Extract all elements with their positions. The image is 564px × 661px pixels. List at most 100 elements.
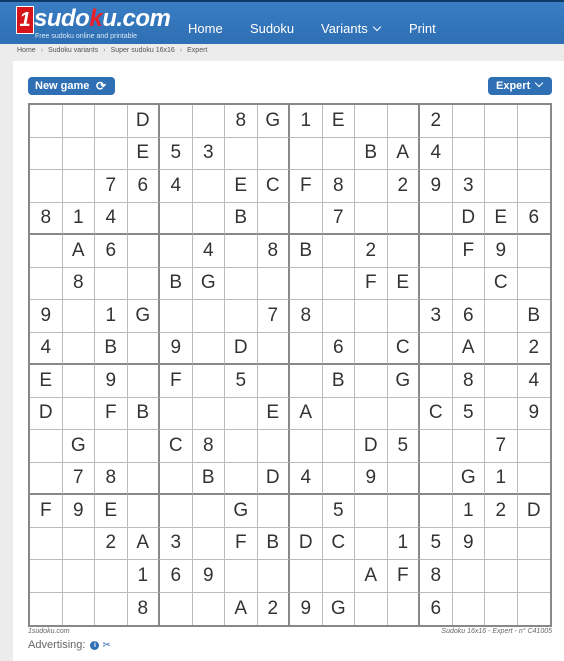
grid-cell[interactable]	[420, 462, 453, 495]
grid-cell[interactable]	[257, 495, 290, 528]
grid-cell[interactable]: 1	[452, 495, 485, 528]
grid-cell[interactable]: G	[323, 592, 355, 625]
grid-cell[interactable]	[127, 495, 160, 528]
grid-cell[interactable]	[388, 592, 420, 625]
grid-cell[interactable]: 2	[517, 333, 550, 365]
grid-cell[interactable]: 7	[95, 170, 128, 203]
grid-cell[interactable]: 8	[322, 170, 355, 203]
grid-cell[interactable]: 9	[95, 365, 128, 398]
grid-cell[interactable]	[420, 430, 453, 463]
scissors-icon[interactable]: ✂	[102, 640, 110, 651]
grid-cell[interactable]	[517, 268, 550, 300]
grid-cell[interactable]	[192, 202, 225, 235]
grid-cell[interactable]: 1	[387, 527, 420, 560]
grid-cell[interactable]: B	[355, 137, 388, 170]
grid-cell[interactable]	[63, 592, 95, 625]
grid-cell[interactable]	[517, 430, 550, 463]
grid-cell[interactable]	[192, 365, 225, 398]
grid-cell[interactable]	[485, 170, 518, 203]
grid-cell[interactable]	[322, 235, 355, 268]
grid-cell[interactable]	[30, 462, 63, 495]
grid-cell[interactable]	[452, 560, 485, 593]
grid-cell[interactable]	[192, 300, 225, 333]
grid-cell[interactable]	[30, 105, 63, 138]
grid-cell[interactable]	[225, 560, 258, 593]
grid-cell[interactable]: 2	[95, 527, 128, 560]
grid-cell[interactable]	[62, 365, 95, 398]
grid-cell[interactable]: 7	[322, 202, 355, 235]
grid-cell[interactable]: D	[225, 332, 258, 365]
grid-cell[interactable]: C	[160, 430, 193, 463]
grid-cell[interactable]: A	[62, 235, 95, 268]
grid-cell[interactable]	[62, 300, 95, 333]
grid-cell[interactable]: 4	[420, 137, 453, 170]
grid-cell[interactable]	[355, 170, 388, 203]
grid-cell[interactable]	[355, 105, 388, 138]
breadcrumb-variants[interactable]: Sudoku variants	[48, 47, 98, 54]
grid-cell[interactable]	[62, 170, 95, 203]
grid-cell[interactable]	[290, 137, 323, 170]
grid-cell[interactable]: F	[95, 397, 128, 430]
grid-cell[interactable]: F	[355, 267, 388, 300]
grid-cell[interactable]: E	[387, 267, 420, 300]
grid-cell[interactable]: 8	[225, 105, 258, 138]
grid-cell[interactable]	[62, 560, 95, 593]
grid-cell[interactable]	[30, 170, 63, 203]
grid-cell[interactable]	[225, 267, 258, 300]
grid-cell[interactable]: B	[290, 235, 323, 268]
grid-cell[interactable]	[127, 267, 160, 300]
grid-cell[interactable]	[193, 592, 225, 625]
grid-cell[interactable]: F	[290, 170, 323, 203]
grid-cell[interactable]	[225, 137, 258, 170]
grid-cell[interactable]: 4	[95, 202, 128, 235]
grid-cell[interactable]: C	[420, 397, 453, 430]
info-icon[interactable]: i	[90, 640, 100, 650]
grid-cell[interactable]	[160, 495, 193, 528]
grid-cell[interactable]: 9	[517, 398, 550, 430]
grid-cell[interactable]	[355, 365, 388, 398]
grid-cell[interactable]	[62, 397, 95, 430]
grid-cell[interactable]	[127, 365, 160, 398]
grid-cell[interactable]: G	[192, 267, 225, 300]
grid-cell[interactable]	[387, 397, 420, 430]
grid-cell[interactable]: 1	[485, 462, 518, 495]
grid-cell[interactable]: 6	[322, 332, 355, 365]
grid-cell[interactable]: 4	[160, 170, 193, 203]
grid-cell[interactable]: 5	[322, 495, 355, 528]
grid-cell[interactable]: D	[452, 202, 485, 235]
grid-cell[interactable]	[257, 137, 290, 170]
grid-cell[interactable]: B	[322, 365, 355, 398]
grid-cell[interactable]	[62, 332, 95, 365]
grid-cell[interactable]	[95, 592, 128, 625]
grid-cell[interactable]	[322, 267, 355, 300]
grid-cell[interactable]: G	[387, 365, 420, 398]
breadcrumb-home[interactable]: Home	[17, 47, 36, 54]
grid-cell[interactable]	[62, 137, 95, 170]
grid-cell[interactable]	[517, 235, 550, 268]
grid-cell[interactable]: 4	[290, 462, 323, 495]
grid-cell[interactable]: 8	[128, 592, 160, 625]
grid-cell[interactable]: 8	[62, 267, 95, 300]
grid-cell[interactable]	[30, 137, 63, 170]
grid-cell[interactable]: 6	[420, 592, 453, 625]
grid-cell[interactable]: F	[225, 527, 258, 560]
grid-cell[interactable]: C	[322, 527, 355, 560]
grid-cell[interactable]: 8	[257, 235, 290, 268]
grid-cell[interactable]	[225, 235, 258, 268]
grid-cell[interactable]	[192, 170, 225, 203]
grid-cell[interactable]	[322, 430, 355, 463]
grid-cell[interactable]	[453, 592, 485, 625]
grid-cell[interactable]: D	[30, 397, 63, 430]
grid-cell[interactable]: E	[225, 170, 258, 203]
grid-cell[interactable]	[452, 137, 485, 170]
grid-cell[interactable]: B	[517, 300, 550, 333]
grid-cell[interactable]: 9	[192, 560, 225, 593]
grid-cell[interactable]	[485, 592, 518, 625]
grid-cell[interactable]: D	[355, 430, 388, 463]
grid-cell[interactable]: A	[127, 527, 160, 560]
grid-cell[interactable]	[160, 592, 193, 625]
grid-cell[interactable]	[257, 332, 290, 365]
grid-cell[interactable]	[387, 300, 420, 333]
grid-cell[interactable]	[420, 267, 453, 300]
grid-cell[interactable]	[452, 105, 485, 138]
